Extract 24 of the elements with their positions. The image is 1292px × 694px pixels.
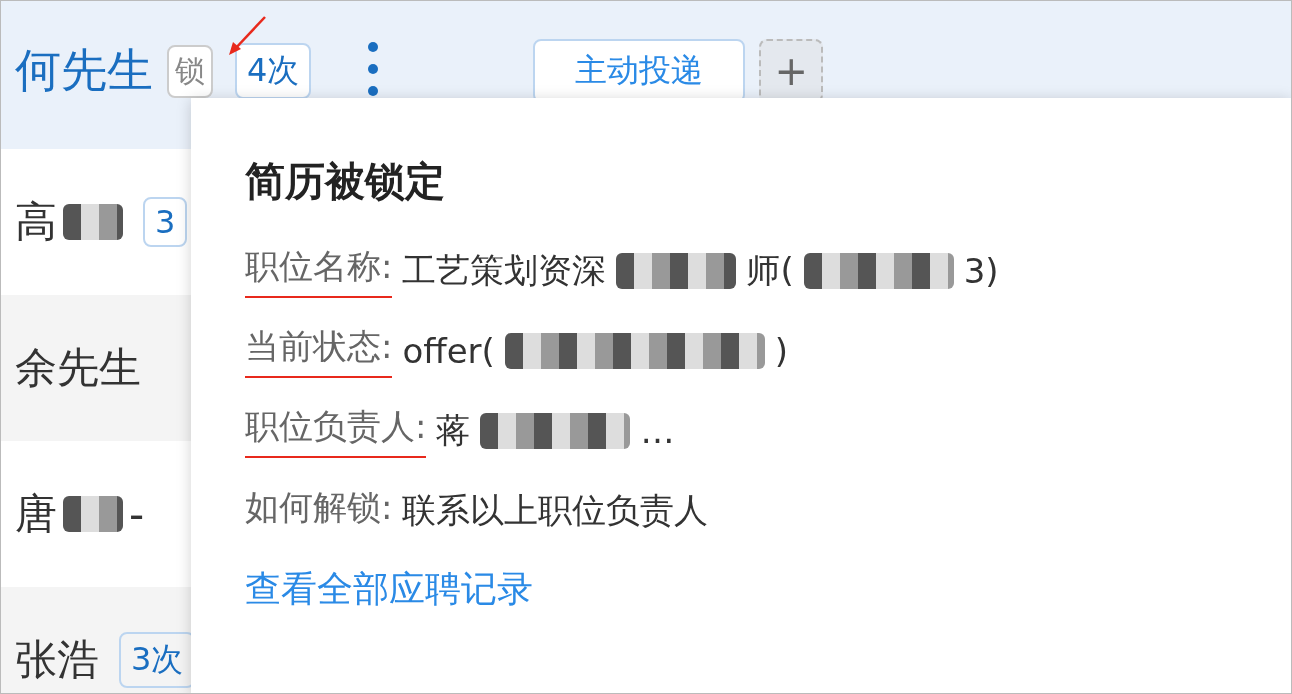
candidate-name: 余先生 — [15, 342, 141, 394]
field-value: ) — [774, 331, 789, 371]
field-value: 蒋 — [436, 409, 471, 452]
count-badge: 3 — [143, 197, 188, 247]
candidate-name: 唐 — [15, 488, 57, 540]
popover-title: 简历被锁定 — [245, 157, 446, 206]
count-badge: 4次 — [235, 43, 312, 99]
redacted-block — [63, 204, 123, 240]
field-label: 职位名称: — [245, 244, 393, 298]
candidate-name: - — [129, 489, 145, 539]
history-link[interactable]: 查看全部应聘记录 — [245, 565, 533, 614]
field-label: 当前状态: — [245, 324, 393, 378]
redacted-block — [63, 496, 123, 532]
field-value: offer( — [402, 331, 495, 371]
candidate-name: 张浩 — [15, 634, 99, 686]
field-value: 工艺策划资深 — [402, 249, 607, 292]
field-label: 职位负责人: — [245, 404, 427, 458]
field-label: 如何解锁: — [245, 486, 393, 529]
field-value: … — [640, 411, 675, 451]
field-value: 联系以上职位负责人 — [402, 489, 709, 532]
candidate-name: 何先生 — [15, 42, 153, 99]
candidate-name: 高 — [15, 196, 57, 248]
field-value: 师( — [746, 249, 794, 292]
field-value: 3) — [963, 251, 999, 291]
